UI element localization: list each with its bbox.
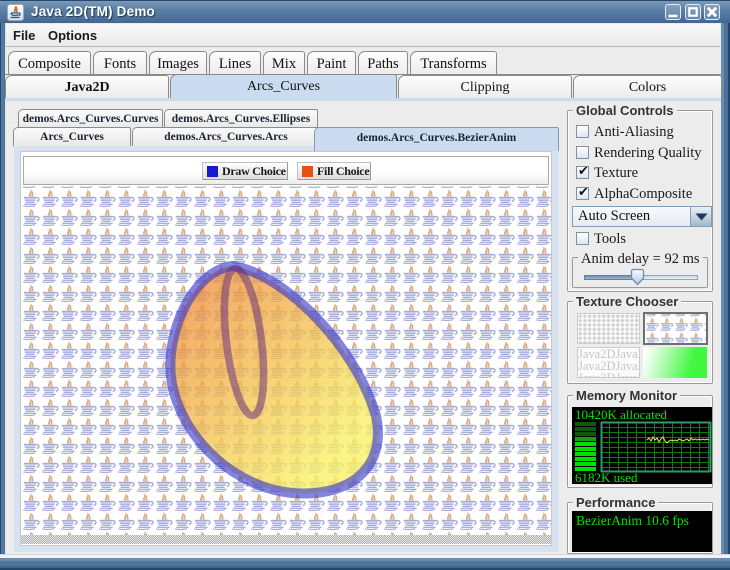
svg-text:6182K used: 6182K used <box>575 470 638 484</box>
svg-text:10420K allocated: 10420K allocated <box>575 407 668 422</box>
